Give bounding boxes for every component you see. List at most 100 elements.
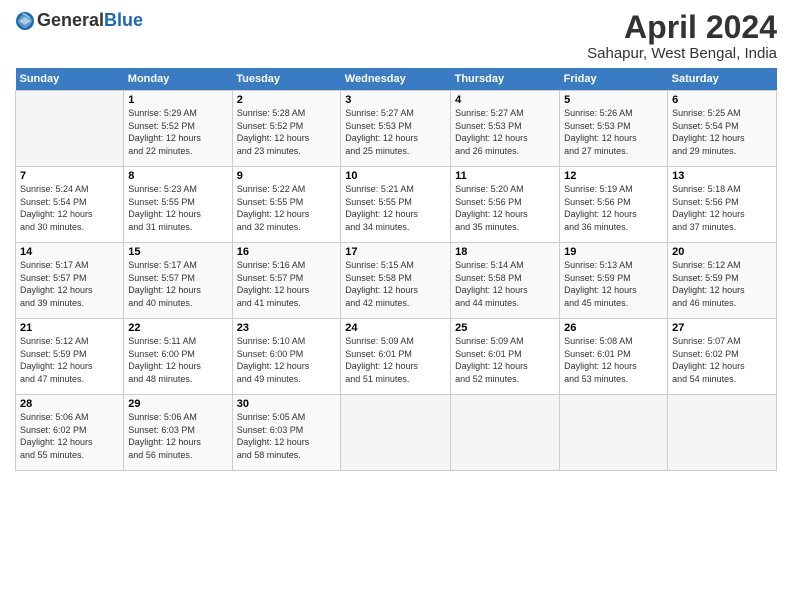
- day-info: Sunrise: 5:29 AM Sunset: 5:52 PM Dayligh…: [128, 107, 227, 157]
- day-number: 2: [237, 94, 337, 106]
- calendar-cell-2-4: 18Sunrise: 5:14 AM Sunset: 5:58 PM Dayli…: [451, 243, 560, 319]
- day-info: Sunrise: 5:08 AM Sunset: 6:01 PM Dayligh…: [564, 335, 663, 385]
- day-number: 11: [455, 170, 555, 182]
- day-number: 25: [455, 322, 555, 334]
- day-number: 15: [128, 246, 227, 258]
- calendar-cell-0-1: 1Sunrise: 5:29 AM Sunset: 5:52 PM Daylig…: [124, 91, 232, 167]
- day-number: 24: [345, 322, 446, 334]
- day-info: Sunrise: 5:06 AM Sunset: 6:02 PM Dayligh…: [20, 411, 119, 461]
- calendar-cell-2-3: 17Sunrise: 5:15 AM Sunset: 5:58 PM Dayli…: [341, 243, 451, 319]
- calendar-container: GeneralBlue April 2024 Sahapur, West Ben…: [0, 0, 792, 481]
- calendar-cell-1-1: 8Sunrise: 5:23 AM Sunset: 5:55 PM Daylig…: [124, 167, 232, 243]
- calendar-cell-4-5: [560, 395, 668, 471]
- day-number: 27: [672, 322, 772, 334]
- day-info: Sunrise: 5:27 AM Sunset: 5:53 PM Dayligh…: [455, 107, 555, 157]
- days-header-row: Sunday Monday Tuesday Wednesday Thursday…: [16, 68, 777, 91]
- day-number: 28: [20, 398, 119, 410]
- day-number: 18: [455, 246, 555, 258]
- calendar-cell-1-2: 9Sunrise: 5:22 AM Sunset: 5:55 PM Daylig…: [232, 167, 341, 243]
- day-number: 29: [128, 398, 227, 410]
- day-info: Sunrise: 5:17 AM Sunset: 5:57 PM Dayligh…: [128, 259, 227, 309]
- calendar-cell-0-2: 2Sunrise: 5:28 AM Sunset: 5:52 PM Daylig…: [232, 91, 341, 167]
- calendar-cell-4-6: [668, 395, 777, 471]
- calendar-cell-2-2: 16Sunrise: 5:16 AM Sunset: 5:57 PM Dayli…: [232, 243, 341, 319]
- logo-text: GeneralBlue: [37, 10, 143, 31]
- calendar-table: Sunday Monday Tuesday Wednesday Thursday…: [15, 68, 777, 471]
- header-saturday: Saturday: [668, 68, 777, 91]
- day-number: 14: [20, 246, 119, 258]
- day-info: Sunrise: 5:26 AM Sunset: 5:53 PM Dayligh…: [564, 107, 663, 157]
- calendar-cell-3-4: 25Sunrise: 5:09 AM Sunset: 6:01 PM Dayli…: [451, 319, 560, 395]
- header-sunday: Sunday: [16, 68, 124, 91]
- location-title: Sahapur, West Bengal, India: [587, 45, 777, 62]
- day-number: 26: [564, 322, 663, 334]
- day-number: 7: [20, 170, 119, 182]
- calendar-cell-1-3: 10Sunrise: 5:21 AM Sunset: 5:55 PM Dayli…: [341, 167, 451, 243]
- logo-icon: [15, 11, 35, 31]
- calendar-cell-4-2: 30Sunrise: 5:05 AM Sunset: 6:03 PM Dayli…: [232, 395, 341, 471]
- day-number: 17: [345, 246, 446, 258]
- day-info: Sunrise: 5:06 AM Sunset: 6:03 PM Dayligh…: [128, 411, 227, 461]
- week-row-5: 28Sunrise: 5:06 AM Sunset: 6:02 PM Dayli…: [16, 395, 777, 471]
- calendar-cell-3-6: 27Sunrise: 5:07 AM Sunset: 6:02 PM Dayli…: [668, 319, 777, 395]
- calendar-cell-2-6: 20Sunrise: 5:12 AM Sunset: 5:59 PM Dayli…: [668, 243, 777, 319]
- day-number: 8: [128, 170, 227, 182]
- day-info: Sunrise: 5:14 AM Sunset: 5:58 PM Dayligh…: [455, 259, 555, 309]
- day-info: Sunrise: 5:27 AM Sunset: 5:53 PM Dayligh…: [345, 107, 446, 157]
- day-number: 3: [345, 94, 446, 106]
- header-friday: Friday: [560, 68, 668, 91]
- calendar-cell-2-1: 15Sunrise: 5:17 AM Sunset: 5:57 PM Dayli…: [124, 243, 232, 319]
- week-row-1: 1Sunrise: 5:29 AM Sunset: 5:52 PM Daylig…: [16, 91, 777, 167]
- calendar-cell-3-1: 22Sunrise: 5:11 AM Sunset: 6:00 PM Dayli…: [124, 319, 232, 395]
- header-thursday: Thursday: [451, 68, 560, 91]
- calendar-cell-1-5: 12Sunrise: 5:19 AM Sunset: 5:56 PM Dayli…: [560, 167, 668, 243]
- day-number: 23: [237, 322, 337, 334]
- day-number: 4: [455, 94, 555, 106]
- day-info: Sunrise: 5:05 AM Sunset: 6:03 PM Dayligh…: [237, 411, 337, 461]
- calendar-cell-0-0: [16, 91, 124, 167]
- calendar-cell-3-3: 24Sunrise: 5:09 AM Sunset: 6:01 PM Dayli…: [341, 319, 451, 395]
- day-info: Sunrise: 5:20 AM Sunset: 5:56 PM Dayligh…: [455, 183, 555, 233]
- header: GeneralBlue April 2024 Sahapur, West Ben…: [15, 10, 777, 62]
- day-info: Sunrise: 5:28 AM Sunset: 5:52 PM Dayligh…: [237, 107, 337, 157]
- logo-blue: Blue: [104, 10, 143, 30]
- day-info: Sunrise: 5:15 AM Sunset: 5:58 PM Dayligh…: [345, 259, 446, 309]
- logo-general: General: [37, 10, 104, 30]
- calendar-cell-2-0: 14Sunrise: 5:17 AM Sunset: 5:57 PM Dayli…: [16, 243, 124, 319]
- day-info: Sunrise: 5:10 AM Sunset: 6:00 PM Dayligh…: [237, 335, 337, 385]
- logo: GeneralBlue: [15, 10, 143, 31]
- header-monday: Monday: [124, 68, 232, 91]
- day-info: Sunrise: 5:13 AM Sunset: 5:59 PM Dayligh…: [564, 259, 663, 309]
- calendar-cell-3-2: 23Sunrise: 5:10 AM Sunset: 6:00 PM Dayli…: [232, 319, 341, 395]
- calendar-cell-2-5: 19Sunrise: 5:13 AM Sunset: 5:59 PM Dayli…: [560, 243, 668, 319]
- header-tuesday: Tuesday: [232, 68, 341, 91]
- calendar-cell-0-6: 6Sunrise: 5:25 AM Sunset: 5:54 PM Daylig…: [668, 91, 777, 167]
- day-info: Sunrise: 5:12 AM Sunset: 5:59 PM Dayligh…: [20, 335, 119, 385]
- day-info: Sunrise: 5:16 AM Sunset: 5:57 PM Dayligh…: [237, 259, 337, 309]
- day-number: 9: [237, 170, 337, 182]
- day-info: Sunrise: 5:24 AM Sunset: 5:54 PM Dayligh…: [20, 183, 119, 233]
- day-info: Sunrise: 5:09 AM Sunset: 6:01 PM Dayligh…: [455, 335, 555, 385]
- day-number: 12: [564, 170, 663, 182]
- day-number: 19: [564, 246, 663, 258]
- calendar-cell-1-4: 11Sunrise: 5:20 AM Sunset: 5:56 PM Dayli…: [451, 167, 560, 243]
- calendar-cell-0-3: 3Sunrise: 5:27 AM Sunset: 5:53 PM Daylig…: [341, 91, 451, 167]
- day-number: 20: [672, 246, 772, 258]
- calendar-cell-1-6: 13Sunrise: 5:18 AM Sunset: 5:56 PM Dayli…: [668, 167, 777, 243]
- header-wednesday: Wednesday: [341, 68, 451, 91]
- day-info: Sunrise: 5:21 AM Sunset: 5:55 PM Dayligh…: [345, 183, 446, 233]
- calendar-cell-4-4: [451, 395, 560, 471]
- day-info: Sunrise: 5:18 AM Sunset: 5:56 PM Dayligh…: [672, 183, 772, 233]
- calendar-cell-4-3: [341, 395, 451, 471]
- day-number: 16: [237, 246, 337, 258]
- day-info: Sunrise: 5:12 AM Sunset: 5:59 PM Dayligh…: [672, 259, 772, 309]
- month-title: April 2024: [587, 10, 777, 45]
- calendar-cell-3-5: 26Sunrise: 5:08 AM Sunset: 6:01 PM Dayli…: [560, 319, 668, 395]
- day-number: 21: [20, 322, 119, 334]
- calendar-cell-4-0: 28Sunrise: 5:06 AM Sunset: 6:02 PM Dayli…: [16, 395, 124, 471]
- day-info: Sunrise: 5:22 AM Sunset: 5:55 PM Dayligh…: [237, 183, 337, 233]
- calendar-cell-1-0: 7Sunrise: 5:24 AM Sunset: 5:54 PM Daylig…: [16, 167, 124, 243]
- calendar-cell-0-4: 4Sunrise: 5:27 AM Sunset: 5:53 PM Daylig…: [451, 91, 560, 167]
- calendar-cell-4-1: 29Sunrise: 5:06 AM Sunset: 6:03 PM Dayli…: [124, 395, 232, 471]
- week-row-2: 7Sunrise: 5:24 AM Sunset: 5:54 PM Daylig…: [16, 167, 777, 243]
